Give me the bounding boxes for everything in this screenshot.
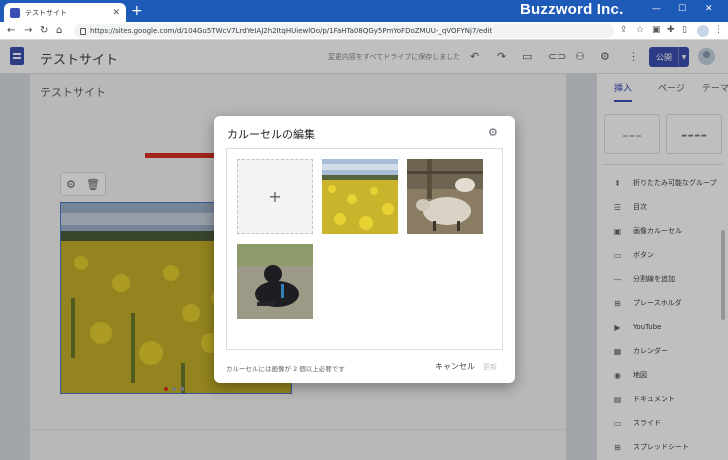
address-bar[interactable]: https://sites.google.com/d/104Gu5TWcV7Lr…	[74, 24, 614, 38]
home-icon[interactable]: ⌂	[56, 24, 62, 38]
min-images-note: カルーセルには画像が 2 個以上必要です	[226, 365, 345, 373]
sidepanel-icon[interactable]: ▯	[682, 25, 687, 35]
share-icon[interactable]: ⇪	[620, 25, 628, 35]
forward-icon[interactable]: →	[24, 24, 32, 38]
maximize-icon[interactable]: ☐	[678, 4, 686, 14]
profile-icon[interactable]	[697, 25, 709, 37]
dialog-title: カルーセルの編集	[227, 128, 315, 141]
update-button[interactable]: 更新	[483, 362, 497, 372]
sites-favicon-icon	[10, 7, 20, 18]
lock-icon	[80, 27, 86, 35]
back-icon[interactable]: ←	[7, 24, 15, 38]
browser-menu-icon[interactable]: ⋮	[714, 25, 723, 35]
thumbnail-rapeseed[interactable]	[322, 159, 398, 234]
browser-tab-bar: テストサイト ✕ + Buzzword Inc. — ☐ ✕	[0, 0, 728, 22]
bookmark-star-icon[interactable]: ☆	[636, 25, 644, 35]
browser-tab[interactable]: テストサイト ✕	[4, 3, 126, 22]
brand-watermark: Buzzword Inc.	[520, 1, 624, 18]
plus-icon: +	[268, 187, 282, 206]
cancel-button[interactable]: キャンセル	[435, 361, 475, 372]
tab-title: テストサイト	[25, 8, 67, 17]
thumbnail-calf[interactable]	[237, 244, 313, 319]
add-image-button[interactable]: +	[237, 159, 313, 234]
minimize-icon[interactable]: —	[652, 4, 661, 14]
thumbnail-sheep[interactable]	[407, 159, 483, 234]
reload-icon[interactable]: ↻	[40, 24, 48, 38]
puzzle-icon[interactable]: ✚	[667, 25, 675, 35]
browser-toolbar: ← → ↻ ⌂ https://sites.google.com/d/104Gu…	[0, 22, 728, 40]
carousel-edit-dialog: カルーセルの編集 ⚙ + カルーセルには画像が 2 個以上必要です キャンセル …	[214, 116, 515, 383]
new-tab-button[interactable]: +	[131, 3, 143, 19]
window-close-icon[interactable]: ✕	[705, 4, 713, 14]
extension-icon[interactable]: ▣	[652, 25, 661, 35]
image-grid: +	[226, 148, 503, 350]
carousel-settings-icon[interactable]: ⚙	[488, 126, 498, 139]
tab-close-icon[interactable]: ✕	[112, 8, 120, 18]
url-text: https://sites.google.com/d/104Gu5TWcV7Lr…	[90, 27, 493, 35]
